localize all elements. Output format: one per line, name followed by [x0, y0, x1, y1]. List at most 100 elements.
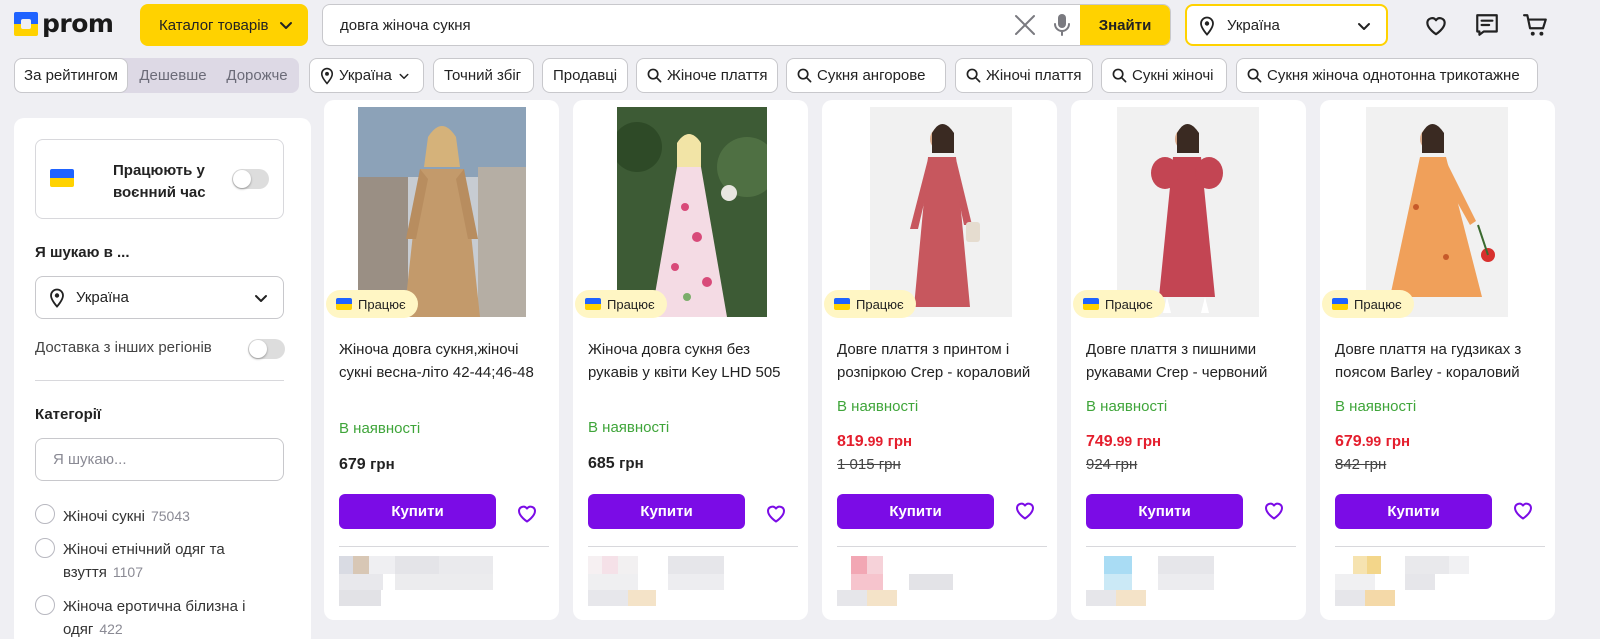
region-select[interactable]: Україна [1185, 4, 1388, 46]
suggestion-chip[interactable]: Жіночі плаття [955, 58, 1093, 93]
product-card[interactable]: Працює Довге плаття на гудзиках з поясом… [1320, 100, 1555, 620]
chevron-down-icon [1358, 23, 1370, 30]
wartime-toggle[interactable] [232, 169, 269, 189]
sellers-label: Продавці [553, 67, 618, 84]
chat-icon[interactable] [1474, 12, 1500, 38]
category-radio[interactable] [35, 504, 55, 524]
old-price: 842 грн [1335, 456, 1387, 473]
availability: В наявності [1335, 398, 1417, 415]
exact-match-label: Точний збіг [444, 67, 522, 84]
ukraine-flag-icon [585, 298, 601, 310]
wartime-badge: Працює [1322, 290, 1414, 318]
category-radio[interactable] [35, 595, 55, 615]
price-cents: .99 [1361, 433, 1382, 449]
category-radio[interactable] [35, 538, 55, 558]
ukraine-flag-icon [1083, 298, 1099, 310]
price-cents: .99 [863, 433, 884, 449]
divider [339, 546, 549, 547]
search-in-title: Я шукаю в ... [35, 244, 130, 261]
divider [35, 380, 284, 381]
price-currency: грн [1136, 433, 1162, 450]
categories-title: Категорії [35, 406, 102, 423]
divider [1086, 546, 1296, 547]
buy-button[interactable]: Купити [1086, 494, 1243, 529]
sort-expensive[interactable]: Дорожче [216, 58, 298, 93]
sort-cheaper[interactable]: Дешевше [130, 58, 216, 93]
wartime-label: Працюють у воєнний час [113, 162, 206, 201]
category-search-input[interactable] [35, 438, 284, 481]
ukraine-flag-icon [50, 169, 74, 187]
region-filter-label: Україна [339, 67, 392, 84]
product-card[interactable]: Працює Довге плаття з принтом і розпірко… [822, 100, 1057, 620]
ukraine-flag-icon [834, 298, 850, 310]
price-value: 685 [588, 455, 615, 472]
buy-button[interactable]: Купити [1335, 494, 1492, 529]
suggestion-chip[interactable]: Сукня жіноча однотонна трикотажне [1236, 58, 1538, 93]
badge-label: Працює [358, 296, 406, 312]
wartime-badge: Працює [575, 290, 667, 318]
price-value: 819 [837, 433, 864, 450]
price-currency: грн [370, 456, 395, 473]
seller-info-blurred [339, 556, 499, 608]
search-input[interactable] [323, 5, 1003, 45]
category-label: Жіночі етнічний одяг та взуття [63, 541, 225, 581]
prom-logo[interactable]: prom [14, 9, 114, 38]
product-card[interactable]: Працює Довге плаття з пишними рукавами C… [1071, 100, 1306, 620]
favorite-heart-icon[interactable] [1511, 498, 1535, 522]
favorite-heart-icon[interactable] [1262, 498, 1286, 522]
suggestion-label: Сукня ангорове [817, 67, 926, 84]
heart-icon[interactable] [1423, 12, 1449, 38]
search-button[interactable]: Знайти [1080, 5, 1170, 45]
product-image[interactable] [1117, 107, 1259, 317]
product-title[interactable]: Довге плаття з принтом і розпіркою Crep … [837, 338, 1052, 384]
favorite-heart-icon[interactable] [515, 501, 539, 525]
filter-sidebar: Працюють у воєнний час Я шукаю в ... Укр… [14, 118, 311, 639]
ukraine-flag-icon [1332, 298, 1348, 310]
suggestion-label: Жіноче плаття [667, 67, 768, 84]
chevron-down-icon [255, 295, 267, 302]
sidebar-region-select[interactable]: Україна [35, 276, 284, 319]
clear-search-icon[interactable] [1013, 13, 1037, 37]
exact-match-chip[interactable]: Точний збіг [433, 58, 534, 93]
buy-button[interactable]: Купити [339, 494, 496, 529]
region-select-value: Україна [1227, 16, 1280, 34]
cart-icon[interactable] [1523, 12, 1549, 38]
price-currency: грн [619, 455, 644, 472]
product-image[interactable] [617, 107, 767, 317]
sale-price: 679.99 грн [1335, 433, 1410, 451]
price: 685 грн [588, 455, 644, 473]
product-image[interactable] [870, 107, 1012, 317]
buy-button[interactable]: Купити [588, 494, 745, 529]
favorite-heart-icon[interactable] [764, 501, 788, 525]
product-image[interactable] [1366, 107, 1508, 317]
suggestion-chip[interactable]: Сукні жіночі [1101, 58, 1227, 93]
price-value: 679 [1335, 433, 1362, 450]
sort-by-rating[interactable]: За рейтингом [14, 58, 128, 93]
favorite-heart-icon[interactable] [1013, 498, 1037, 522]
product-card[interactable]: Працює Жіноча довга сукня,жіночі сукні в… [324, 100, 559, 620]
product-title[interactable]: Довге плаття на гудзиках з поясом Barley… [1335, 338, 1550, 384]
suggestion-chip[interactable]: Сукня ангорове [786, 58, 946, 93]
seller-info-blurred [1086, 556, 1246, 608]
availability: В наявності [588, 419, 670, 436]
price-currency: грн [887, 433, 913, 450]
product-title[interactable]: Жіноча довга сукня без рукавів у квіти K… [588, 338, 803, 384]
product-image[interactable] [358, 107, 526, 317]
microphone-icon[interactable] [1053, 13, 1071, 37]
chevron-down-icon [280, 22, 292, 29]
location-pin-icon [50, 288, 64, 308]
price: 679 грн [339, 456, 395, 474]
search-icon [1112, 68, 1127, 83]
delivery-toggle[interactable] [248, 339, 285, 359]
product-title[interactable]: Жіноча довга сукня,жіночі сукні весна-лі… [339, 338, 554, 384]
category-count: 422 [99, 621, 123, 637]
category-text: Жіночі етнічний одяг та взуття 1107 [63, 539, 293, 584]
region-filter-chip[interactable]: Україна [309, 58, 424, 93]
product-title[interactable]: Довге плаття з пишними рукавами Crep - ч… [1086, 338, 1301, 384]
logo-text: prom [42, 9, 114, 38]
suggestion-chip[interactable]: Жіноче плаття [636, 58, 778, 93]
catalog-button[interactable]: Каталог товарів [140, 4, 308, 46]
product-card[interactable]: Працює Жіноча довга сукня без рукавів у … [573, 100, 808, 620]
buy-button[interactable]: Купити [837, 494, 994, 529]
sellers-chip[interactable]: Продавці [542, 58, 628, 93]
